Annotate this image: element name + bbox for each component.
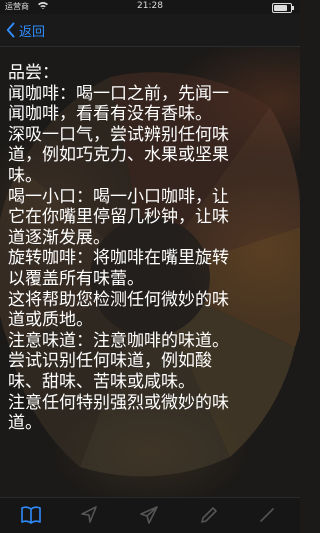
text-line: 旋转咖啡：将咖啡在嘴里旋转 <box>8 248 229 269</box>
tab-bar <box>0 497 300 533</box>
text-line: 闻咖啡：喝一口之前，先闻一 <box>8 83 229 104</box>
status-bar: 运营商 21:28 <box>0 0 300 14</box>
text-line: 深吸一口气，尝试辨别任何味 <box>8 124 229 145</box>
text-line: 注意味道：注意咖啡的味道。 <box>8 330 229 351</box>
tab-navigation[interactable] <box>78 504 100 526</box>
text-line: 道，例如巧克力、水果或坚果 <box>8 145 229 166</box>
book-icon <box>21 506 41 524</box>
text-line: 以覆盖所有味蕾。 <box>8 268 144 289</box>
text-line: 尝试识别任何味道，例如酸 <box>8 351 212 372</box>
content-area[interactable]: 品尝： 闻咖啡：喝一口之前，先闻一 闻咖啡，看看有没有香味。 深吸一口气，尝试辨别任何… <box>0 47 300 497</box>
text-line: 喝一小口：喝一小口咖啡，让 <box>8 186 229 207</box>
text-line: 味、甜味、苦味或咸味。 <box>8 371 195 392</box>
tab-edit[interactable] <box>256 504 278 526</box>
navigation-arrow-icon <box>81 506 97 523</box>
text-line: 注意任何特别强烈或微妙的味 <box>8 392 229 413</box>
send-icon <box>140 506 158 524</box>
battery-icon <box>272 3 294 13</box>
back-label: 返回 <box>19 24 46 40</box>
text-line: 味。 <box>8 165 42 186</box>
navigation-bar: 返回 <box>0 14 300 47</box>
text-line: 道。 <box>8 413 42 434</box>
tasting-text: 品尝： 闻咖啡：喝一口之前，先闻一 闻咖啡，看看有没有香味。 深吸一口气，尝试辨别任何… <box>8 63 292 434</box>
edit-line-icon <box>260 508 274 522</box>
text-line: 它在你嘴里停留几秒钟，让味 <box>8 207 229 228</box>
text-line: 道逐渐发展。 <box>8 227 110 248</box>
tab-book[interactable] <box>20 504 42 526</box>
tab-send[interactable] <box>138 504 160 526</box>
text-line: 闻咖啡，看看有没有香味。 <box>8 104 212 125</box>
text-line: 道或质地。 <box>8 310 93 331</box>
back-button[interactable]: 返回 <box>6 21 46 40</box>
tab-pencil[interactable] <box>198 504 220 526</box>
text-line: 品尝： <box>8 63 59 83</box>
chevron-left-icon <box>6 22 15 38</box>
pencil-icon <box>201 507 217 523</box>
text-line: 这将帮助您检测任何微妙的味 <box>8 289 229 310</box>
status-time: 21:28 <box>137 1 163 11</box>
